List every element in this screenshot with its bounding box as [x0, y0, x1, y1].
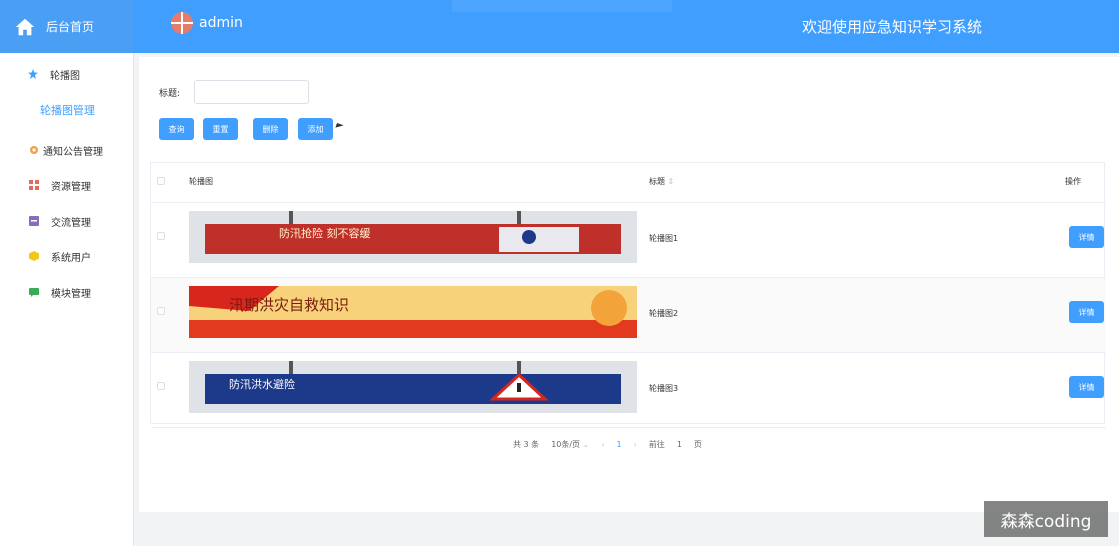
- gear-icon: [30, 146, 38, 154]
- mouse-cursor-icon: [335, 122, 344, 131]
- column-image: 轮播图: [189, 177, 213, 186]
- sidebar-item-label: 轮播图: [50, 70, 80, 82]
- sidebar-item-label: 通知公告管理: [43, 146, 103, 158]
- sidebar-item-label: 轮播图管理: [40, 104, 95, 117]
- column-title[interactable]: 标题 ⇕: [649, 176, 674, 187]
- delete-button[interactable]: 删除: [253, 118, 288, 140]
- table-row: 防汛抢险 刻不容缓 轮播图1 详情: [151, 203, 1106, 278]
- table-row: 防汛洪水避险 轮播图3 详情: [151, 353, 1106, 428]
- detail-button[interactable]: 详情: [1069, 301, 1104, 323]
- page-size-value: 10条/页: [551, 439, 581, 449]
- row-checkbox[interactable]: [157, 382, 165, 390]
- chat-icon: [29, 288, 39, 297]
- home-link[interactable]: 后台首页: [0, 0, 134, 53]
- sidebar-item-exchange[interactable]: 交流管理: [0, 206, 134, 236]
- column-title-label: 标题: [649, 177, 665, 186]
- banner-text: 汛期洪灾自救知识: [229, 296, 349, 314]
- pager-total: 共 3 条: [513, 439, 540, 449]
- carousel-table: 轮播图 标题 ⇕ 操作 防汛抢险 刻不容缓 轮播图1 详情 汛期洪灾自救知识 轮…: [150, 162, 1106, 428]
- sidebar-item-system-users[interactable]: 系统用户: [0, 241, 134, 271]
- row-title: 轮播图1: [649, 234, 679, 243]
- banner-text: 防汛抢险 刻不容缓: [279, 226, 371, 240]
- reset-button[interactable]: 重置: [203, 118, 238, 140]
- query-button[interactable]: 查询: [159, 118, 194, 140]
- select-all-checkbox[interactable]: [157, 177, 165, 185]
- sidebar: 轮播图 轮播图管理 通知公告管理 资源管理 交流管理 系统用户 模块管理: [0, 53, 134, 546]
- sidebar-item-label: 交流管理: [51, 217, 91, 229]
- title-search-input[interactable]: [194, 80, 309, 104]
- add-button[interactable]: 添加: [298, 118, 333, 140]
- table-row: 汛期洪灾自救知识 轮播图2 详情: [151, 278, 1106, 353]
- carousel-image: 防汛抢险 刻不容缓: [189, 211, 637, 263]
- sidebar-item-notice[interactable]: 通知公告管理: [0, 135, 134, 165]
- detail-button[interactable]: 详情: [1069, 376, 1104, 398]
- home-label: 后台首页: [46, 20, 95, 34]
- page-number[interactable]: 1: [617, 440, 622, 449]
- main-content: 标题: 查询 重置 删除 添加 轮播图 标题 ⇕ 操作 防汛抢险 刻不容缓 轮播…: [139, 57, 1119, 512]
- carousel-image: 汛期洪灾自救知识: [189, 286, 637, 338]
- column-ops: 操作: [1065, 177, 1081, 186]
- sidebar-item-label: 资源管理: [51, 181, 91, 193]
- sidebar-item-module[interactable]: 模块管理: [0, 277, 134, 307]
- sidebar-item-carousel-manage[interactable]: 轮播图管理: [0, 95, 134, 125]
- search-label: 标题:: [159, 89, 181, 99]
- row-title: 轮播图3: [649, 384, 679, 393]
- user-menu[interactable]: admin: [171, 12, 243, 34]
- page-unit-label: 页: [693, 439, 702, 449]
- watermark: 森森coding: [984, 501, 1108, 537]
- prev-page-button[interactable]: ‹: [601, 440, 604, 449]
- banner-text: 防汛洪水避险: [229, 377, 295, 391]
- sidebar-item-label: 系统用户: [51, 252, 91, 264]
- top-header: 后台首页 admin 欢迎使用应急知识学习系统: [0, 0, 1119, 53]
- goto-input[interactable]: 1: [677, 440, 682, 449]
- sort-icon[interactable]: ⇕: [668, 177, 675, 186]
- avatar: [171, 12, 193, 34]
- pagination: 共 3 条 10条/页 ⌄ ‹ 1 › 前往 1 页: [513, 437, 714, 451]
- page-size-select[interactable]: 10条/页 ⌄: [551, 439, 589, 450]
- grid-icon: [29, 180, 39, 190]
- box-icon: [29, 216, 39, 226]
- home-icon: [15, 18, 35, 35]
- goto-label: 前往: [648, 439, 665, 449]
- star-icon: [28, 69, 38, 79]
- sidebar-item-label: 模块管理: [51, 288, 91, 300]
- row-checkbox[interactable]: [157, 232, 165, 240]
- sidebar-item-resource[interactable]: 资源管理: [0, 170, 134, 200]
- sidebar-item-carousel[interactable]: 轮播图: [0, 59, 134, 89]
- table-header: 轮播图 标题 ⇕ 操作: [151, 163, 1106, 203]
- username: admin: [199, 15, 243, 31]
- cube-icon: [29, 251, 39, 261]
- row-title: 轮播图2: [649, 309, 679, 318]
- detail-button[interactable]: 详情: [1069, 226, 1104, 248]
- system-title: 欢迎使用应急知识学习系统: [801, 18, 982, 36]
- top-strip: [452, 0, 672, 12]
- next-page-button[interactable]: ›: [634, 440, 637, 449]
- carousel-image: 防汛洪水避险: [189, 361, 637, 413]
- chevron-down-icon: ⌄: [582, 439, 590, 449]
- row-checkbox[interactable]: [157, 307, 165, 315]
